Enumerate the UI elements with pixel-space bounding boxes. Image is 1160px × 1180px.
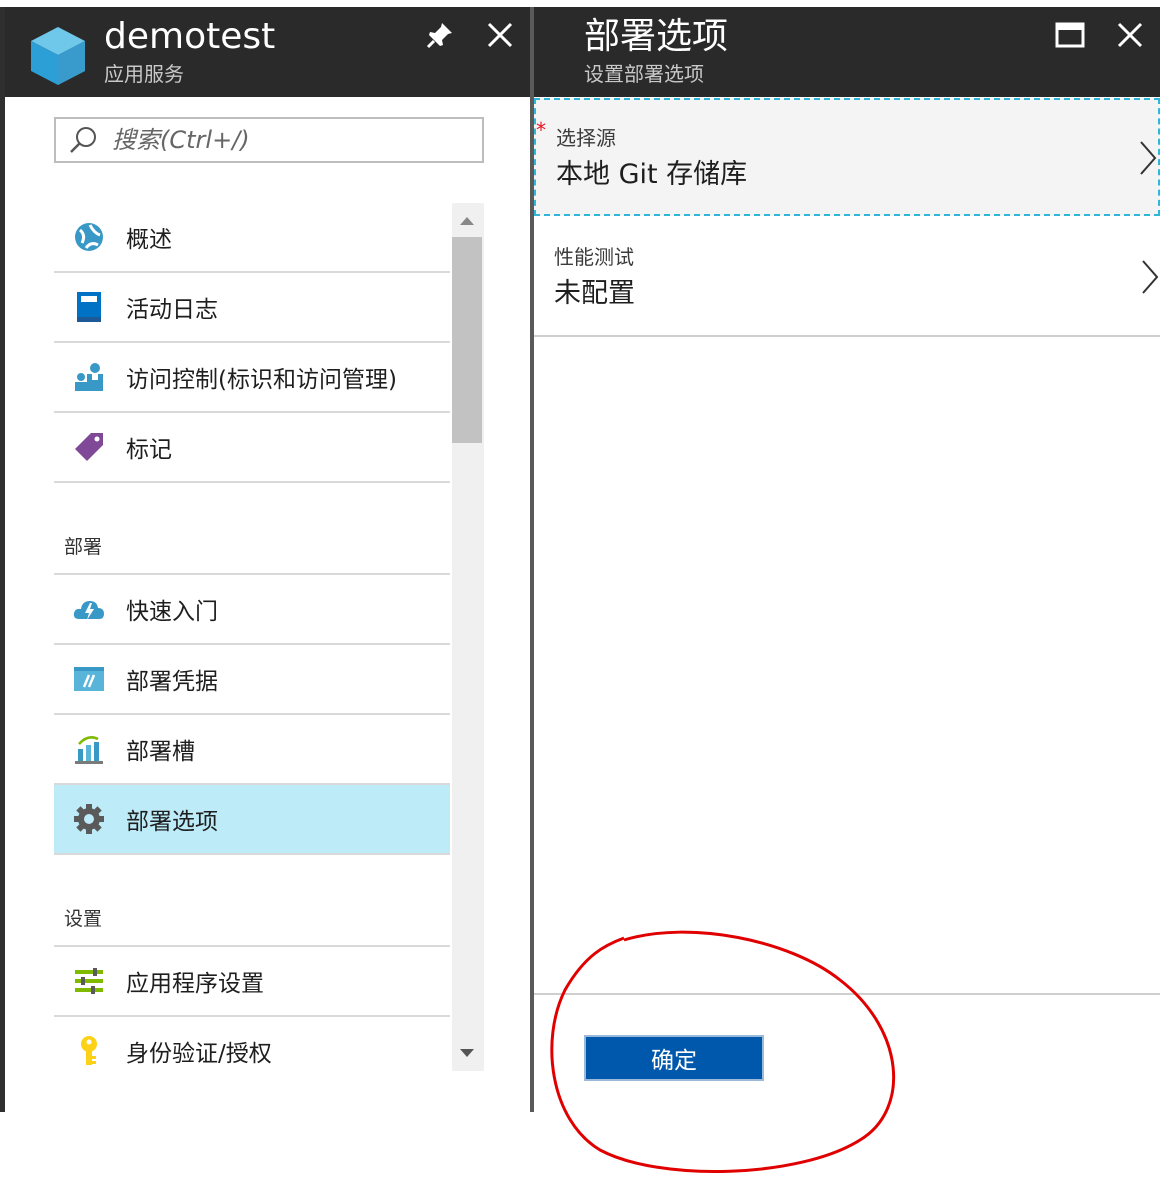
blade-subtitle: 设置部署选项	[584, 62, 704, 86]
menu-item-quickstart[interactable]: 快速入门	[54, 575, 450, 645]
credentials-icon	[72, 662, 106, 696]
menu-item-label: 概述	[126, 227, 172, 253]
resource-menu: 概述 活动日志 访问控制(标识和访问管理) 标记 部署 快速入门 部署凭据 部署…	[54, 203, 450, 1073]
triangle-up-icon	[459, 211, 475, 230]
people-icon	[72, 360, 106, 394]
close-left-blade-button[interactable]	[482, 19, 518, 55]
close-icon	[486, 21, 514, 53]
menu-item-overview[interactable]: 概述	[54, 203, 450, 273]
key-icon	[72, 1034, 106, 1068]
log-book-icon	[72, 290, 106, 324]
option-performance-test[interactable]: 性能测试 未配置	[534, 219, 1160, 337]
menu-item-deployment-options[interactable]: 部署选项	[54, 783, 450, 855]
menu-item-label: 访问控制(标识和访问管理)	[126, 367, 397, 393]
option-choose-source[interactable]: * 选择源 本地 Git 存储库	[534, 98, 1160, 216]
menu-item-tags[interactable]: 标记	[54, 413, 450, 483]
menu-item-label: 部署凭据	[126, 669, 218, 695]
menu-item-access-control[interactable]: 访问控制(标识和访问管理)	[54, 343, 450, 413]
menu-item-label: 部署选项	[126, 809, 218, 835]
chevron-right-icon	[1140, 257, 1160, 297]
menu-item-label: 标记	[126, 437, 172, 463]
footer-divider	[534, 993, 1160, 995]
ok-button[interactable]: 确定	[584, 1035, 764, 1081]
maximize-button[interactable]	[1052, 19, 1088, 55]
menu-item-label: 应用程序设置	[126, 971, 264, 997]
menu-item-label: 快速入门	[126, 599, 218, 625]
cloud-bolt-icon	[72, 592, 106, 626]
menu-item-activity-log[interactable]: 活动日志	[54, 273, 450, 343]
app-settings-icon	[72, 964, 106, 998]
app-service-logo-icon	[27, 23, 89, 89]
gear-icon	[72, 802, 106, 836]
blade-title: demotest	[104, 16, 276, 57]
left-edge	[0, 7, 5, 1112]
menu-item-label: 活动日志	[126, 297, 218, 323]
maximize-icon	[1055, 22, 1085, 52]
tag-icon	[72, 430, 106, 464]
search-icon	[66, 123, 100, 157]
search-input[interactable]	[100, 121, 482, 159]
menu-item-label: 身份验证/授权	[126, 1041, 272, 1067]
blade-subtitle: 应用服务	[104, 62, 184, 86]
option-value: 未配置	[554, 278, 635, 309]
pin-icon	[425, 20, 455, 54]
close-icon	[1116, 21, 1144, 53]
option-label: 性能测试	[554, 245, 634, 269]
scroll-down-button[interactable]	[452, 1038, 482, 1066]
option-value: 本地 Git 存储库	[556, 159, 748, 190]
menu-item-application-settings[interactable]: 应用程序设置	[54, 947, 450, 1017]
search-box[interactable]	[54, 117, 484, 163]
scroll-up-button[interactable]	[452, 206, 482, 234]
required-indicator: *	[536, 118, 546, 142]
chevron-right-icon	[1138, 138, 1158, 178]
section-label-deployment: 部署	[64, 536, 103, 558]
close-right-blade-button[interactable]	[1112, 19, 1148, 55]
triangle-down-icon	[459, 1043, 475, 1062]
blade-title: 部署选项	[584, 16, 729, 57]
slots-icon	[72, 732, 106, 766]
menu-item-deployment-slots[interactable]: 部署槽	[54, 715, 450, 785]
pin-button[interactable]	[422, 19, 458, 55]
globe-icon	[72, 220, 106, 254]
menu-item-label: 部署槽	[126, 739, 195, 765]
menu-item-authentication[interactable]: 身份验证/授权	[54, 1017, 450, 1073]
left-blade-header: demotest 应用服务	[5, 7, 530, 97]
option-label: 选择源	[556, 126, 616, 150]
menu-item-deployment-credentials[interactable]: 部署凭据	[54, 645, 450, 715]
section-label-settings: 设置	[64, 908, 103, 930]
right-blade-header: 部署选项 设置部署选项	[534, 7, 1160, 97]
scrollbar-thumb[interactable]	[452, 237, 482, 443]
